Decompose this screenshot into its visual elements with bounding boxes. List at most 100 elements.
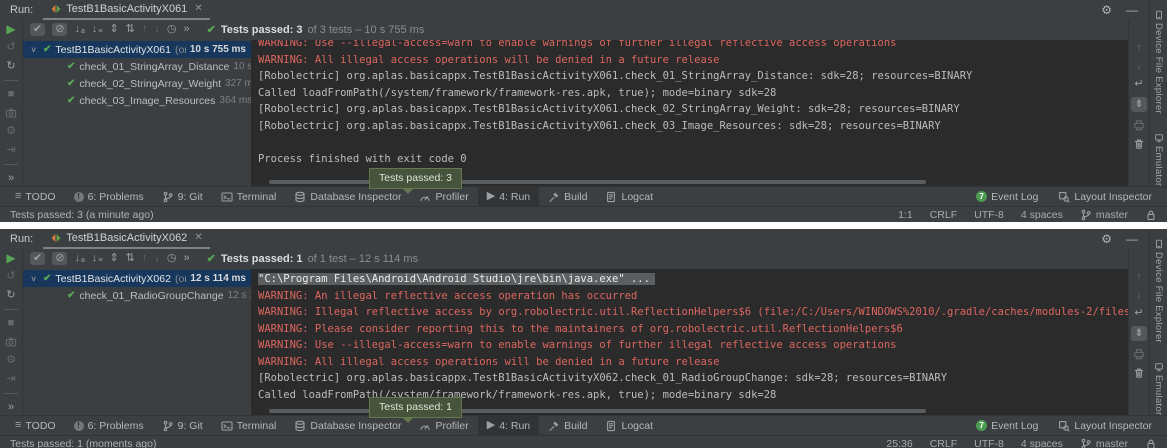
database-inspector-button[interactable]: Database Inspector	[285, 187, 410, 206]
run-configuration-tab[interactable]: TestB1BasicActivityX061 ✕	[43, 0, 209, 20]
test-console[interactable]: "C:\Program Files\Android\Android Studio…	[251, 269, 1128, 415]
tree-row-test[interactable]: ✔ check_01_StringArray_Distance 10 s 64 …	[23, 58, 251, 75]
more-toolbar-button[interactable]: »	[183, 24, 189, 35]
refresh-run-button[interactable]: ↻	[6, 60, 15, 73]
run-settings-icon[interactable]: ⚙	[6, 125, 16, 138]
horizontal-scrollbar[interactable]	[269, 180, 927, 184]
more-options-button[interactable]: »	[8, 401, 14, 414]
hide-window-icon[interactable]: —	[1119, 3, 1145, 17]
horizontal-scrollbar[interactable]	[269, 409, 927, 413]
rerun-tests-button[interactable]: ▶	[6, 22, 15, 35]
close-tab-icon[interactable]: ✕	[194, 232, 202, 243]
tree-row-root[interactable]: ˅ ✔ TestB1BasicActivityX062 (org.aplas.t…	[23, 270, 251, 287]
line-separator-indicator[interactable]: CRLF	[930, 209, 957, 221]
event-log-button[interactable]: 7Event Log	[967, 191, 1047, 203]
git-branch-indicator[interactable]: master	[1080, 438, 1128, 448]
rerun-tests-button[interactable]: ▶	[6, 251, 15, 264]
indent-indicator[interactable]: 4 spaces	[1021, 209, 1063, 221]
show-ignored-toggle[interactable]: ⊘	[52, 23, 67, 36]
scroll-up-button[interactable]: ↑	[1136, 43, 1142, 54]
run-configuration-tab[interactable]: TestB1BasicActivityX062 ✕	[43, 229, 209, 249]
caret-position[interactable]: 1:1	[898, 209, 913, 221]
show-passed-toggle[interactable]: ✔	[30, 23, 45, 36]
encoding-indicator[interactable]: UTF-8	[974, 438, 1004, 448]
collapse-all-button[interactable]: ⇅	[126, 24, 135, 35]
clear-console-icon[interactable]	[1133, 367, 1145, 379]
terminal-button[interactable]: Terminal	[212, 416, 286, 435]
terminal-button[interactable]: Terminal	[212, 187, 286, 206]
todo-button[interactable]: ≡TODO	[6, 416, 65, 435]
emulator-tab[interactable]: Emulator	[1153, 133, 1164, 186]
indent-indicator[interactable]: 4 spaces	[1021, 438, 1063, 448]
print-icon[interactable]	[1133, 348, 1145, 360]
test-console[interactable]: WARNING: Use --illegal-access=warn to en…	[251, 40, 1128, 186]
run-settings-icon[interactable]: ⚙	[6, 354, 16, 367]
next-failed-test-button[interactable]: ↓	[154, 24, 160, 35]
pin-tab-icon[interactable]: ⇥	[6, 373, 15, 386]
close-tab-icon[interactable]: ✕	[194, 3, 202, 14]
lock-icon[interactable]	[1145, 438, 1157, 448]
sort-alphabetically-button[interactable]: ↓a	[74, 253, 84, 264]
git-button[interactable]: 9: Git	[153, 187, 212, 206]
collapse-all-button[interactable]: ⇅	[126, 253, 135, 264]
chevron-down-icon[interactable]: ˅	[31, 274, 39, 284]
logcat-button[interactable]: Logcat	[596, 187, 662, 206]
scroll-to-end-toggle[interactable]: ⇟	[1131, 326, 1147, 341]
run-button[interactable]: ▶4: Run	[478, 187, 539, 206]
more-options-button[interactable]: »	[8, 172, 14, 185]
screen-capture-icon[interactable]	[5, 107, 17, 119]
line-separator-indicator[interactable]: CRLF	[930, 438, 957, 448]
more-toolbar-button[interactable]: »	[183, 253, 189, 264]
hide-window-icon[interactable]: —	[1119, 232, 1145, 246]
event-log-button[interactable]: 7Event Log	[967, 420, 1047, 432]
tree-row-test[interactable]: ✔ check_01_RadioGroupChange 12 s 114 ms	[23, 287, 251, 304]
tree-row-test[interactable]: ✔ check_02_StringArray_Weight 327 ms	[23, 75, 251, 92]
todo-button[interactable]: ≡TODO	[6, 187, 65, 206]
problems-button[interactable]: !6: Problems	[65, 416, 153, 435]
logcat-button[interactable]: Logcat	[596, 416, 662, 435]
encoding-indicator[interactable]: UTF-8	[974, 209, 1004, 221]
stop-button[interactable]: ■	[8, 317, 15, 330]
test-history-button[interactable]: ◷	[167, 24, 177, 35]
print-icon[interactable]	[1133, 119, 1145, 131]
profiler-button[interactable]: Profiler	[410, 187, 477, 206]
rerun-failed-tests-button[interactable]: ↺	[6, 270, 15, 283]
scroll-up-button[interactable]: ↑	[1136, 272, 1142, 283]
scroll-down-button[interactable]: ↓	[1136, 61, 1142, 72]
previous-failed-test-button[interactable]: ↑	[142, 253, 148, 264]
stop-button[interactable]: ■	[8, 88, 15, 101]
problems-button[interactable]: !6: Problems	[65, 187, 153, 206]
scroll-down-button[interactable]: ↓	[1136, 290, 1142, 301]
layout-inspector-button[interactable]: Layout Inspector	[1049, 420, 1161, 432]
database-inspector-button[interactable]: Database Inspector	[285, 416, 410, 435]
git-branch-indicator[interactable]: master	[1080, 209, 1128, 221]
rerun-failed-tests-button[interactable]: ↺	[6, 41, 15, 54]
run-button[interactable]: ▶4: Run	[478, 416, 539, 435]
emulator-tab[interactable]: Emulator	[1153, 362, 1164, 415]
previous-failed-test-button[interactable]: ↑	[142, 24, 148, 35]
build-button[interactable]: Build	[539, 187, 596, 206]
show-ignored-toggle[interactable]: ⊘	[52, 252, 67, 265]
gear-icon[interactable]: ⚙	[1094, 3, 1119, 17]
layout-inspector-button[interactable]: Layout Inspector	[1049, 191, 1161, 203]
next-failed-test-button[interactable]: ↓	[154, 253, 160, 264]
screen-capture-icon[interactable]	[5, 336, 17, 348]
show-passed-toggle[interactable]: ✔	[30, 252, 45, 265]
clear-console-icon[interactable]	[1133, 138, 1145, 150]
git-button[interactable]: 9: Git	[153, 416, 212, 435]
sort-alphabetically-button[interactable]: ↓a	[74, 24, 84, 35]
expand-all-button[interactable]: ⇕	[109, 253, 118, 264]
device-file-explorer-tab[interactable]: Device File Explorer	[1153, 239, 1164, 343]
build-button[interactable]: Build	[539, 416, 596, 435]
chevron-down-icon[interactable]: ˅	[31, 45, 39, 55]
scroll-to-end-toggle[interactable]: ⇟	[1131, 97, 1147, 112]
soft-wrap-toggle[interactable]: ↵	[1134, 308, 1143, 319]
tree-row-root[interactable]: ˅ ✔ TestB1BasicActivityX061 (org.aplas.t…	[23, 41, 251, 58]
expand-all-button[interactable]: ⇕	[109, 24, 118, 35]
sort-by-duration-button[interactable]: ↓≡	[92, 253, 103, 264]
pin-tab-icon[interactable]: ⇥	[6, 144, 15, 157]
lock-icon[interactable]	[1145, 209, 1157, 221]
tree-row-test[interactable]: ✔ check_03_Image_Resources 364 ms	[23, 92, 251, 109]
profiler-button[interactable]: Profiler	[410, 416, 477, 435]
soft-wrap-toggle[interactable]: ↵	[1134, 79, 1143, 90]
